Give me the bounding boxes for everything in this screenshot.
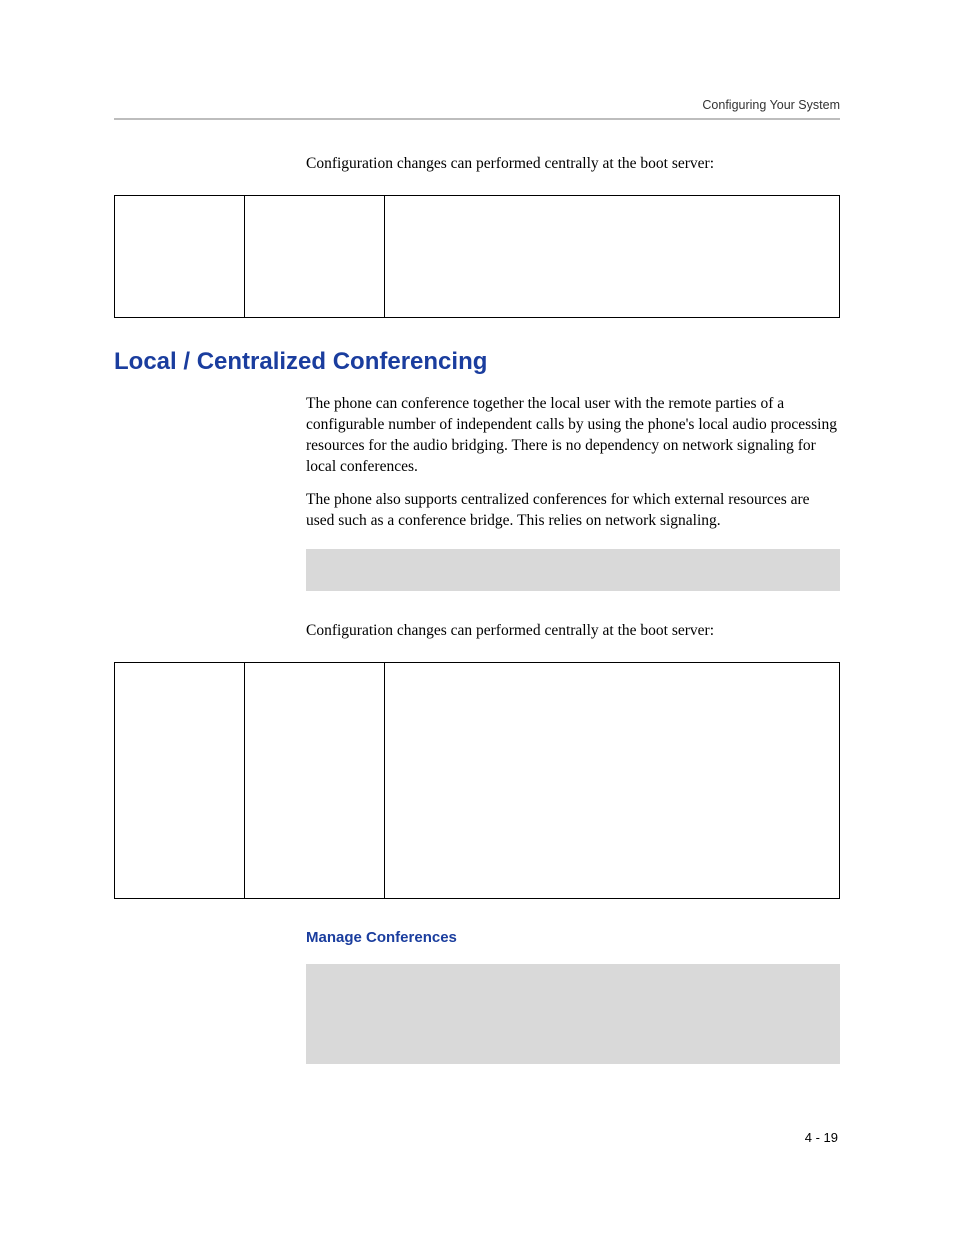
callout-box-2 bbox=[306, 964, 840, 1064]
table-cell bbox=[245, 195, 385, 317]
table-row bbox=[115, 663, 840, 899]
table-cell bbox=[385, 195, 840, 317]
callout-box-1 bbox=[306, 549, 840, 591]
section-heading: Local / Centralized Conferencing bbox=[114, 348, 840, 376]
table-cell bbox=[385, 663, 840, 899]
table-cell bbox=[115, 195, 245, 317]
page-number: 4 - 19 bbox=[805, 1130, 838, 1145]
config-table-1 bbox=[114, 195, 840, 318]
body-paragraph-1: The phone can conference together the lo… bbox=[306, 394, 840, 478]
subsection-heading: Manage Conferences bbox=[306, 929, 840, 946]
header-section-label: Configuring Your System bbox=[114, 98, 840, 112]
header-divider bbox=[114, 118, 840, 120]
body-paragraph-2: The phone also supports centralized conf… bbox=[306, 490, 840, 532]
table-row bbox=[115, 195, 840, 317]
config-table-2 bbox=[114, 662, 840, 899]
table-cell bbox=[245, 663, 385, 899]
table-cell bbox=[115, 663, 245, 899]
intro-text-2: Configuration changes can performed cent… bbox=[306, 621, 840, 642]
intro-text-1: Configuration changes can performed cent… bbox=[306, 154, 840, 175]
